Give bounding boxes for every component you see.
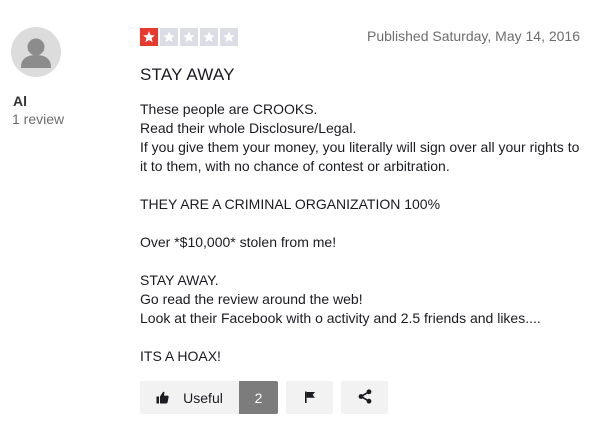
share-icon <box>358 388 372 407</box>
review-paragraph: Over *$10,000* stolen from me! <box>140 233 590 252</box>
review-paragraph: STAY AWAY. Go read the review around the… <box>140 271 590 328</box>
review-line: Read their whole Disclosure/Legal. <box>140 120 357 136</box>
review-line: STAY AWAY. <box>140 272 219 288</box>
review-body: These people are CROOKS. Read their whol… <box>140 100 590 366</box>
review-line: Over *$10,000* stolen from me! <box>140 234 337 250</box>
share-button[interactable] <box>341 381 388 414</box>
review-card: Al 1 review Published Saturday, May 14, … <box>0 0 605 434</box>
thumbs-up-icon <box>156 391 169 404</box>
review-paragraph: ITS A HOAX! <box>140 347 590 366</box>
flag-icon <box>304 390 316 406</box>
user-avatar-icon[interactable] <box>11 27 61 77</box>
review-paragraph: These people are CROOKS. Read their whol… <box>140 100 590 176</box>
review-paragraph: THEY ARE A CRIMINAL ORGANIZATION 100% <box>140 195 590 214</box>
flag-button[interactable] <box>286 381 333 414</box>
star-empty-icon <box>220 28 238 46</box>
author-name[interactable]: Al <box>13 93 27 109</box>
star-rating <box>140 28 238 46</box>
review-line: These people are CROOKS. <box>140 101 318 117</box>
useful-button[interactable]: Useful <box>140 381 239 414</box>
review-actions: Useful 2 <box>140 381 388 414</box>
review-title[interactable]: STAY AWAY <box>140 65 235 85</box>
useful-label: Useful <box>183 389 223 406</box>
star-empty-icon <box>180 28 198 46</box>
useful-count: 2 <box>239 381 278 414</box>
published-date: Published Saturday, May 14, 2016 <box>367 28 580 44</box>
star-empty-icon <box>160 28 178 46</box>
star-empty-icon <box>200 28 218 46</box>
review-line: ITS A HOAX! <box>140 348 221 364</box>
review-line: Go read the review around the web! <box>140 291 363 307</box>
useful-group: Useful 2 <box>140 381 278 414</box>
review-line: If you give them your money, you literal… <box>140 139 580 174</box>
author-review-count: 1 review <box>12 111 65 127</box>
star-filled-icon <box>140 28 158 46</box>
review-line: Look at their Facebook with o activity a… <box>140 310 541 326</box>
review-line: THEY ARE A CRIMINAL ORGANIZATION 100% <box>140 196 441 212</box>
